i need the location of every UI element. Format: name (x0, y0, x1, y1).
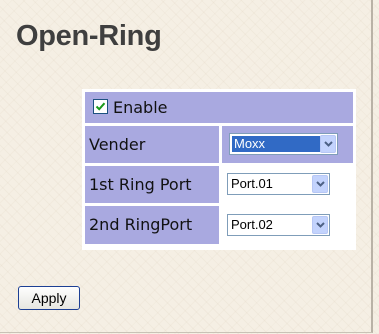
chevron-down-icon[interactable] (312, 216, 328, 234)
ring-port-2-row: 2nd RingPort Port.02 (85, 206, 353, 244)
vender-value-cell: Moxx (222, 126, 353, 163)
vender-label: Vender (85, 126, 219, 163)
enable-label: Enable (113, 98, 168, 117)
enable-row: Enable (85, 92, 353, 123)
ring-port-2-value-cell: Port.02 (222, 206, 353, 244)
enable-checkbox[interactable] (93, 99, 108, 114)
page-title: Open-Ring (16, 20, 162, 52)
vender-row: Vender Moxx (85, 126, 353, 163)
ring-port-1-value-cell: Port.01 (222, 166, 353, 203)
chevron-down-icon[interactable] (312, 175, 328, 193)
apply-button[interactable]: Apply (18, 286, 80, 310)
chevron-down-icon[interactable] (320, 135, 336, 153)
ring-port-1-label: 1st Ring Port (85, 166, 219, 203)
ring-port-2-select-value: Port.02 (231, 217, 273, 232)
vender-select-value: Moxx (232, 136, 320, 152)
ring-port-1-select-value: Port.01 (231, 176, 273, 191)
vender-select[interactable]: Moxx (229, 133, 338, 155)
ring-port-1-row: 1st Ring Port Port.01 (85, 166, 353, 203)
ring-port-2-label: 2nd RingPort (85, 206, 219, 244)
ring-port-2-select[interactable]: Port.02 (227, 214, 330, 236)
open-ring-settings-table: Enable Vender Moxx 1st Ring Port Port.01… (82, 89, 356, 250)
checkmark-icon (95, 102, 106, 111)
ring-port-1-select[interactable]: Port.01 (227, 173, 330, 195)
